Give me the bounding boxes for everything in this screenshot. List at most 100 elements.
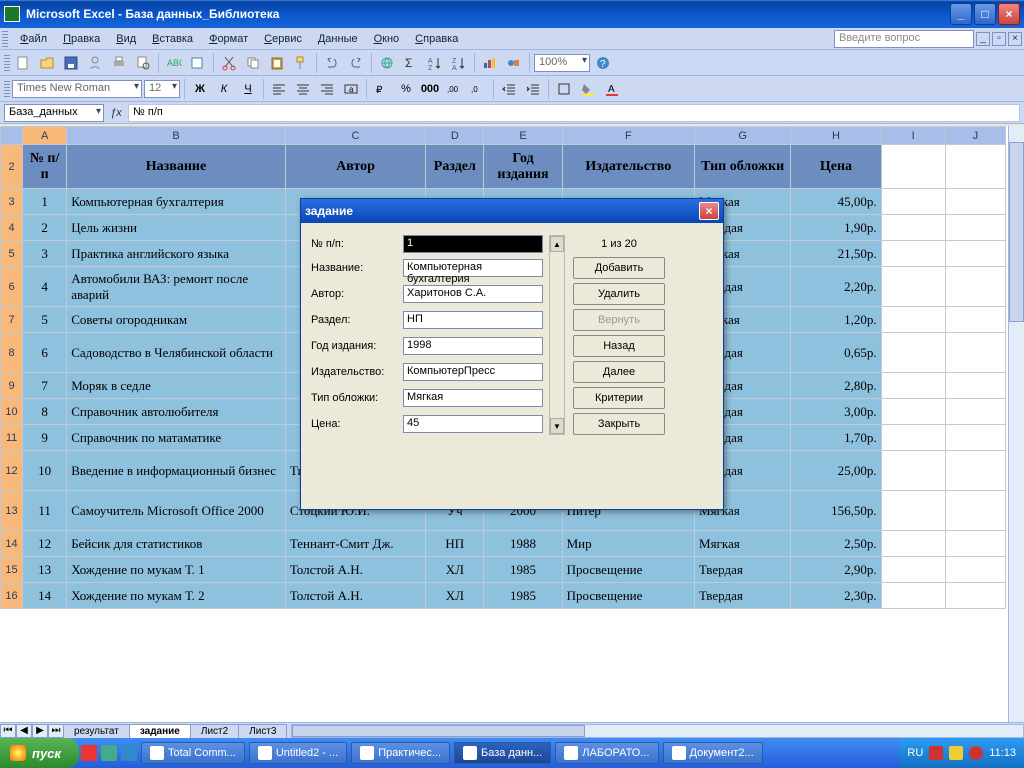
help-search-box[interactable]: Введите вопрос	[834, 30, 974, 48]
bold-icon[interactable]: Ж	[189, 78, 211, 100]
undo-icon[interactable]	[321, 52, 343, 74]
row-header-8[interactable]: 8	[1, 333, 23, 373]
cell-id[interactable]: 6	[23, 333, 67, 373]
row-header-2[interactable]: 2	[1, 145, 23, 189]
cell-price[interactable]: 1,20р.	[791, 307, 881, 333]
menu-Вставка[interactable]: Вставка	[144, 31, 201, 47]
table-header[interactable]: Автор	[285, 145, 425, 189]
cell-year[interactable]: 1985	[484, 583, 562, 609]
align-left-icon[interactable]	[268, 78, 290, 100]
drawing-icon[interactable]	[503, 52, 525, 74]
col-header-I[interactable]: I	[881, 127, 945, 145]
cell-title[interactable]: Практика английского языка	[67, 241, 286, 267]
table-header[interactable]: Название	[67, 145, 286, 189]
name-box[interactable]: База_данных	[4, 104, 104, 122]
row-header-10[interactable]: 10	[1, 399, 23, 425]
form-scrollbar[interactable]: ▲▼	[549, 235, 565, 435]
cell-price[interactable]: 1,90р.	[791, 215, 881, 241]
cell-author[interactable]: Толстой А.Н.	[285, 557, 425, 583]
tab-nav-first[interactable]: ⏮	[0, 724, 16, 738]
ql-app2-icon[interactable]	[121, 745, 137, 761]
copy-icon[interactable]	[242, 52, 264, 74]
cell-id[interactable]: 4	[23, 267, 67, 307]
doc-minimize-button[interactable]: _	[976, 32, 990, 46]
cell-cover[interactable]: Твердая	[695, 557, 791, 583]
col-header-D[interactable]: D	[426, 127, 484, 145]
cell-title[interactable]: Справочник автолюбителя	[67, 399, 286, 425]
currency-icon[interactable]: ₽	[371, 78, 393, 100]
tab-nav-next[interactable]: ▶	[32, 724, 48, 738]
sort-asc-icon[interactable]: AZ	[424, 52, 446, 74]
font-name-combo[interactable]: Times New Roman	[12, 80, 142, 98]
percent-icon[interactable]: %	[395, 78, 417, 100]
font-color-icon[interactable]: A	[601, 78, 623, 100]
dialog-titlebar[interactable]: задание ×	[301, 199, 723, 223]
redo-icon[interactable]	[345, 52, 367, 74]
language-indicator[interactable]: RU	[907, 747, 923, 759]
row-header-13[interactable]: 13	[1, 491, 23, 531]
cell-price[interactable]: 3,00р.	[791, 399, 881, 425]
taskbar-item[interactable]: Практичес...	[351, 742, 450, 764]
row-header-9[interactable]: 9	[1, 373, 23, 399]
row-header-5[interactable]: 5	[1, 241, 23, 267]
tray-icon-2[interactable]	[949, 746, 963, 760]
cell-section[interactable]: ХЛ	[426, 557, 484, 583]
ql-opera-icon[interactable]	[81, 745, 97, 761]
cell-price[interactable]: 25,00р.	[791, 451, 881, 491]
cell-year[interactable]: 1985	[484, 557, 562, 583]
row-header-6[interactable]: 6	[1, 267, 23, 307]
row-header-7[interactable]: 7	[1, 307, 23, 333]
taskbar-item[interactable]: Total Comm...	[141, 742, 245, 764]
formula-input[interactable]: № п/п	[128, 104, 1020, 122]
horizontal-scrollbar[interactable]	[291, 724, 1024, 738]
menu-Окно[interactable]: Окно	[366, 31, 408, 47]
field-cover[interactable]: Мягкая	[403, 389, 543, 407]
menu-Файл[interactable]: Файл	[12, 31, 55, 47]
cell-title[interactable]: Справочник по матаматике	[67, 425, 286, 451]
cell-publisher[interactable]: Мир	[562, 531, 694, 557]
cell-title[interactable]: Бейсик для статистиков	[67, 531, 286, 557]
start-button[interactable]: пуск	[0, 738, 79, 768]
cell-id[interactable]: 11	[23, 491, 67, 531]
new-icon[interactable]	[12, 52, 34, 74]
add-button[interactable]: Добавить	[573, 257, 665, 279]
table-header[interactable]: Цена	[791, 145, 881, 189]
col-header-B[interactable]: B	[67, 127, 286, 145]
col-header-C[interactable]: C	[285, 127, 425, 145]
tray-icon-1[interactable]	[929, 746, 943, 760]
cell-price[interactable]: 1,70р.	[791, 425, 881, 451]
row-header-3[interactable]: 3	[1, 189, 23, 215]
italic-icon[interactable]: К	[213, 78, 235, 100]
cell-cover[interactable]: Мягкая	[695, 531, 791, 557]
field-author[interactable]: Харитонов С.А.	[403, 285, 543, 303]
sheet-tab-Лист3[interactable]: Лист3	[238, 724, 287, 738]
cell-author[interactable]: Толстой А.Н.	[285, 583, 425, 609]
dialog-close-button[interactable]: ×	[699, 202, 719, 220]
cell-title[interactable]: Автомобили ВАЗ: ремонт после аварий	[67, 267, 286, 307]
vertical-scrollbar[interactable]	[1008, 126, 1024, 722]
taskbar-item[interactable]: База данн...	[454, 742, 551, 764]
fill-color-icon[interactable]	[577, 78, 599, 100]
field-publisher[interactable]: КомпьютерПресс	[403, 363, 543, 381]
cell-id[interactable]: 5	[23, 307, 67, 333]
table-header[interactable]: Издательство	[562, 145, 694, 189]
autosum-icon[interactable]: Σ	[400, 52, 422, 74]
cell-id[interactable]: 8	[23, 399, 67, 425]
field-section[interactable]: НП	[403, 311, 543, 329]
table-header[interactable]: Тип обложки	[695, 145, 791, 189]
row-header-4[interactable]: 4	[1, 215, 23, 241]
row-header-16[interactable]: 16	[1, 583, 23, 609]
cell-title[interactable]: Моряк в седле	[67, 373, 286, 399]
col-header-J[interactable]: J	[945, 127, 1005, 145]
minimize-button[interactable]: _	[950, 3, 972, 25]
cut-icon[interactable]	[218, 52, 240, 74]
cell-title[interactable]: Хождение по мукам Т. 1	[67, 557, 286, 583]
cell-section[interactable]: ХЛ	[426, 583, 484, 609]
comma-icon[interactable]: 000	[419, 78, 441, 100]
tab-nav-last[interactable]: ⏭	[48, 724, 64, 738]
field-title[interactable]: Компьютерная бухгалтерия	[403, 259, 543, 277]
menu-Сервис[interactable]: Сервис	[256, 31, 310, 47]
hyperlink-icon[interactable]	[376, 52, 398, 74]
cell-author[interactable]: Теннант-Смит Дж.	[285, 531, 425, 557]
cell-title[interactable]: Садоводство в Челябинской области	[67, 333, 286, 373]
